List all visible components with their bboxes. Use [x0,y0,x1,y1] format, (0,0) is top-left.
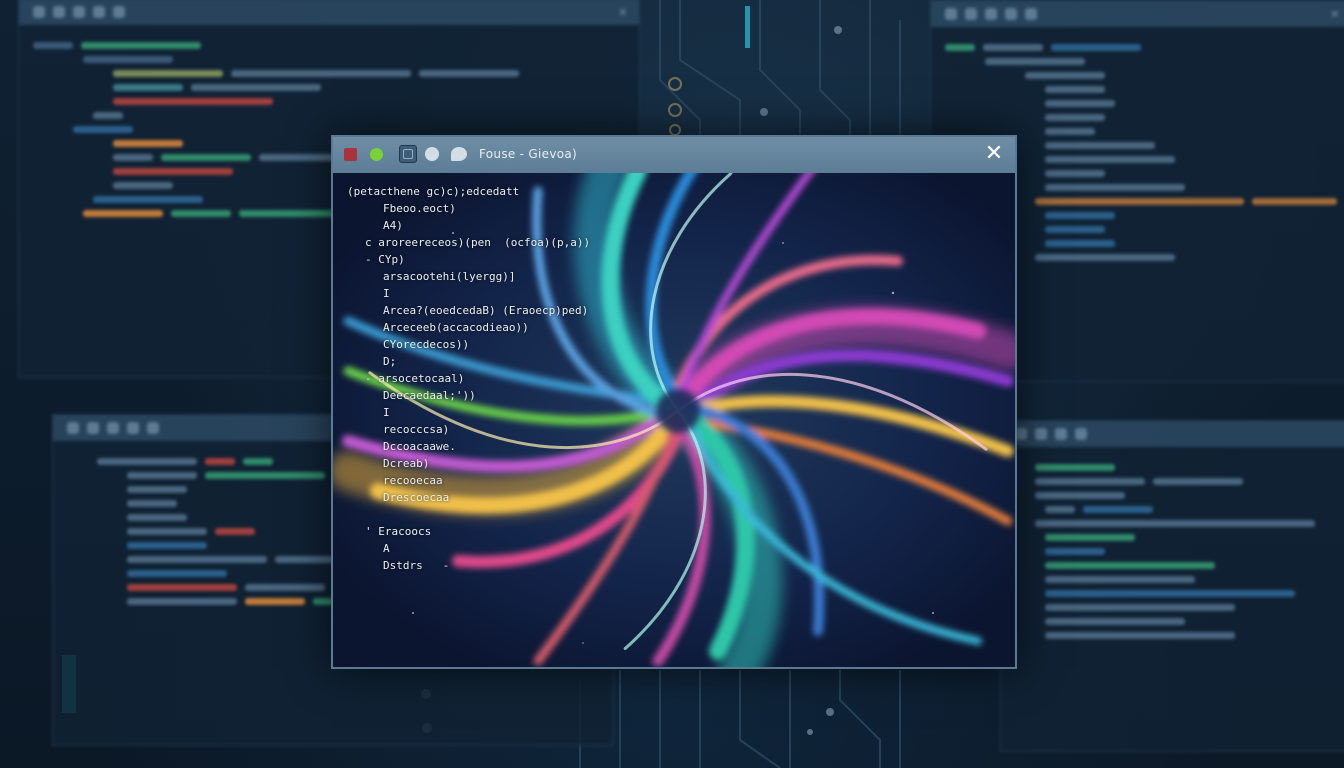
code-line: A4) [383,219,403,232]
code-line: Arcea?(eoedcedaB) (Eraoecp)ped) [383,304,589,317]
window-title: Fouse - Gievoa) [479,147,578,161]
close-square-button[interactable] [344,148,357,161]
chat-icon[interactable] [451,147,467,161]
code-line: recooecaa [383,474,443,487]
code-line: Arceceeb(accacodieao)) [383,321,529,334]
code-line: A [383,542,390,555]
code-line: - CYp) [365,253,405,266]
code-line: Dstdrs - [383,559,450,572]
code-line: - arsocetocaal) [365,372,465,385]
background-window-titlebar: ✕ [19,0,639,25]
code-line: I [383,406,390,419]
code-line: Fbeoo.eoct) [383,202,456,215]
code-line: ' Eracoocs [365,525,432,538]
code-overlay: (petacthene gc)c);edcedatt Fbeoo.eoct) A4)… [347,183,590,574]
main-window: Fouse - Gievoa) ✕ (petacthene gc)c);edce… [331,135,1017,669]
code-line: Dcreab) [383,457,430,470]
background-window-titlebar [1001,421,1344,447]
maximize-dot-button[interactable] [370,148,383,161]
code-line: Drescoecaa [383,491,450,504]
swirl-viewport: (petacthene gc)c);edcedatt Fbeoo.eoct) A4)… [333,173,1015,667]
code-line: (petacthene gc)c);edcedatt [347,185,520,198]
code-line: I [383,287,390,300]
window-titlebar[interactable]: Fouse - Gievoa) ✕ [333,137,1015,173]
code-line: recocccsa) [383,423,450,436]
code-line: Dccoacaawe. [383,440,456,453]
grid-icon[interactable] [399,145,417,163]
code-line: Deecaedaal;')) [383,389,476,402]
background-window-titlebar: ✕ [931,1,1344,27]
code-line: CYorecdecos)) [383,338,470,351]
code-line: arsacootehi(lyergg)] [383,270,516,283]
bubble-icon[interactable] [425,147,439,161]
code-line: D; [383,355,397,368]
close-icon[interactable]: ✕ [983,143,1005,165]
background-window-bottom-right [1000,420,1344,752]
code-line: c aroreereceos)(pen (ocfoa)(p,a)) [365,236,591,249]
